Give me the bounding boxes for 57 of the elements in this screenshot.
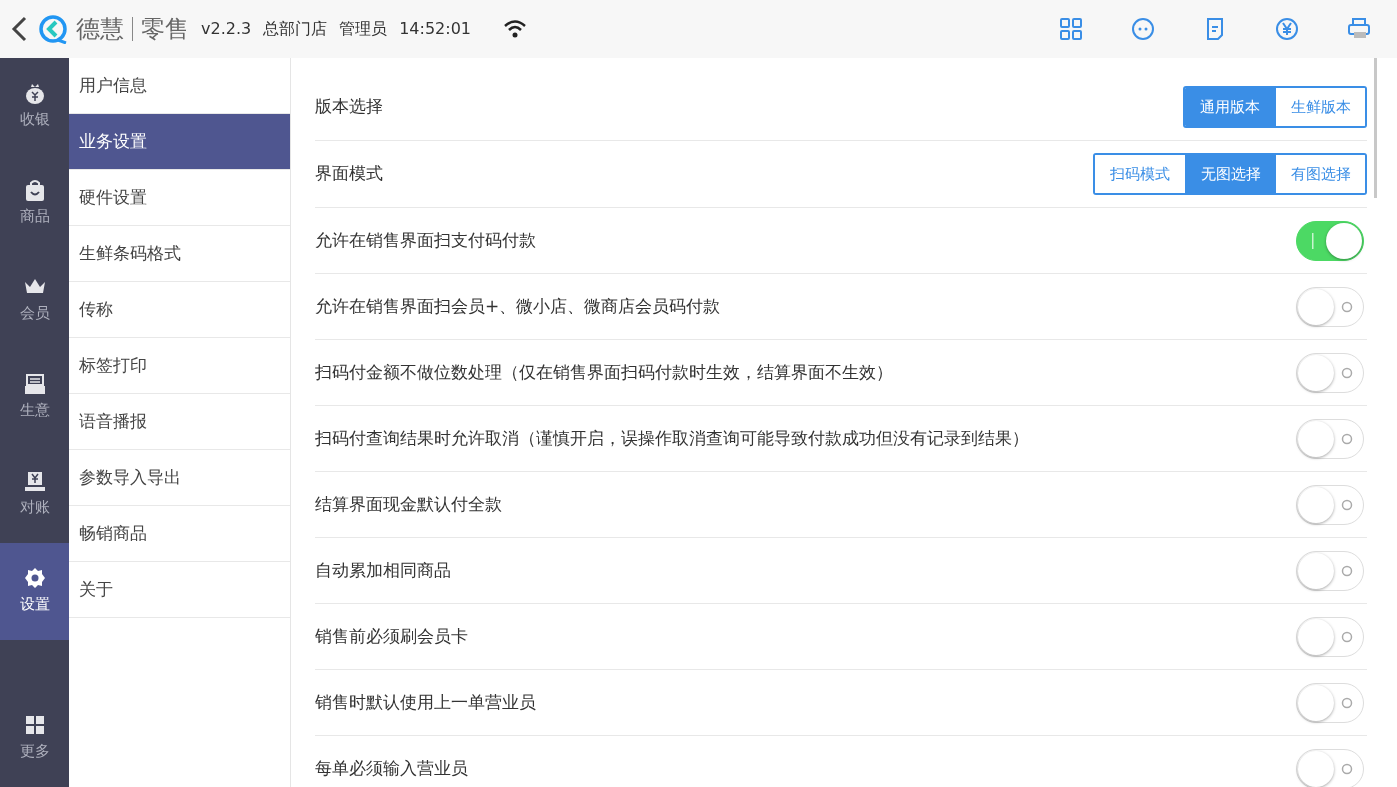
nav-rail-item[interactable]: 对账	[0, 446, 69, 543]
off-mark-icon	[1341, 498, 1353, 511]
nav-rail-item[interactable]: 商品	[0, 155, 69, 252]
off-mark-icon	[1341, 300, 1353, 313]
setting-label: 界面模式	[315, 162, 383, 186]
nav-rail-item[interactable]: 会员	[0, 252, 69, 349]
toggle-switch[interactable]	[1296, 682, 1364, 723]
off-mark-icon	[1341, 564, 1353, 577]
user-role: 管理员	[339, 18, 388, 40]
off-mark-icon	[1341, 630, 1353, 643]
setting-label: 销售前必须刷会员卡	[315, 624, 468, 648]
printer-icon[interactable]	[1347, 17, 1371, 41]
wifi-icon	[503, 19, 528, 39]
setting-label: 允许在销售界面扫支付码付款	[315, 228, 536, 252]
setting-label: 扫码付金额不做位数处理（仅在销售界面扫码付款时生效，结算界面不生效）	[315, 360, 893, 384]
setting-label: 允许在销售界面扫会员+、微小店、微商店会员码付款	[315, 294, 721, 318]
off-mark-icon	[1341, 762, 1353, 775]
toggle-switch[interactable]	[1296, 616, 1364, 657]
register-icon	[23, 373, 46, 396]
grid-icon	[23, 714, 46, 737]
setting-label: 结算界面现金默认付全款	[315, 492, 502, 516]
toggle-switch[interactable]	[1296, 220, 1364, 261]
settings-menu-item[interactable]: 业务设置	[69, 114, 290, 170]
nav-rail-item[interactable]: 更多	[0, 690, 69, 787]
nav-rail-item[interactable]: 收银	[0, 58, 69, 155]
chat-face-icon[interactable]	[1131, 17, 1155, 41]
off-mark-icon	[1341, 366, 1353, 379]
setting-label: 销售时默认使用上一单营业员	[315, 690, 536, 714]
toggle-switch[interactable]	[1296, 286, 1364, 327]
nav-rail-item[interactable]: 生意	[0, 349, 69, 446]
off-mark-icon	[1341, 696, 1353, 709]
grid-icon[interactable]	[1059, 17, 1083, 41]
clock-time: 14:52:01	[399, 18, 472, 40]
toggle-switch[interactable]	[1296, 748, 1364, 787]
segment-option[interactable]: 有图选择	[1275, 155, 1365, 193]
toggle-switch[interactable]	[1296, 352, 1364, 393]
setting-label: 版本选择	[315, 95, 383, 119]
settings-icon	[23, 567, 46, 590]
off-mark-icon	[1341, 432, 1353, 445]
toggle-switch[interactable]	[1296, 484, 1364, 525]
setting-label: 扫码付查询结果时允许取消（谨慎开启，误操作取消查询可能导致付款成功但没有记录到结果）	[315, 426, 1029, 450]
shopping-bag-icon	[23, 179, 46, 202]
on-mark-icon	[1311, 232, 1315, 249]
setting-label: 自动累加相同商品	[315, 558, 451, 582]
store-name: 总部门店	[263, 18, 328, 40]
brand-name: 德慧	[76, 14, 124, 45]
toggle-switch[interactable]	[1296, 550, 1364, 591]
yen-icon[interactable]	[1275, 17, 1299, 41]
nav-rail-item[interactable]: 设置	[0, 543, 69, 640]
segment-option[interactable]: 生鲜版本	[1275, 88, 1365, 126]
toggle-switch[interactable]	[1296, 418, 1364, 459]
setting-label: 每单必须输入营业员	[315, 756, 468, 780]
monitor-yen-icon	[23, 470, 46, 493]
money-bag-icon	[23, 82, 46, 105]
product-name: 零售	[141, 14, 189, 45]
version-text: v2.2.3	[201, 18, 252, 40]
logo-icon	[38, 14, 68, 44]
